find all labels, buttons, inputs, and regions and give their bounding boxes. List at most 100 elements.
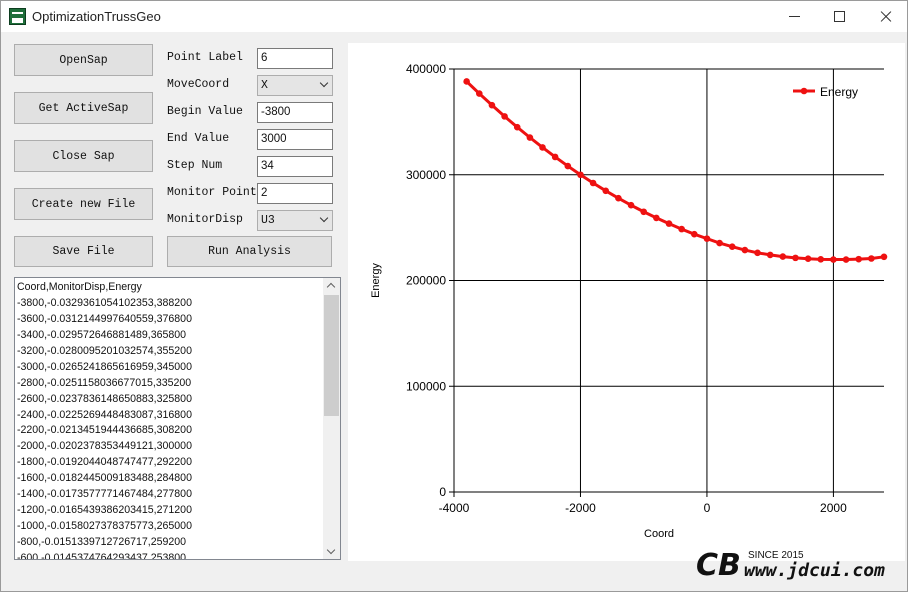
- energy-data-point: [792, 254, 799, 262]
- output-textbox[interactable]: Coord,MonitorDisp,Energy -3800,-0.0329361…: [14, 277, 341, 560]
- output-line: -3400,-0.029572646881489,365800: [17, 328, 187, 341]
- x-tick-label: -2000: [565, 501, 596, 515]
- open-sap-button[interactable]: OpenSap: [14, 44, 153, 76]
- move-coord-select[interactable]: X: [257, 75, 333, 96]
- watermark-url: www.jdcui.com: [744, 560, 885, 581]
- maximize-icon: [834, 11, 845, 22]
- minimize-icon: [789, 16, 800, 17]
- monitor-disp-select[interactable]: U3: [257, 210, 333, 231]
- energy-chart: -4000 -2000 0 2000 0 100000 200000 300000 400000…: [370, 62, 888, 540]
- output-header-line: Coord,MonitorDisp,Energy: [17, 281, 142, 293]
- output-line: -1000,-0.0158027378375773,265000: [17, 520, 192, 533]
- output-line: -600,-0.0145374764293437,253800: [17, 551, 187, 559]
- energy-data-point: [564, 162, 572, 170]
- close-sap-button[interactable]: Close Sap: [14, 140, 153, 172]
- output-lines: Coord,MonitorDisp,Energy -3800,-0.0329361…: [17, 280, 323, 559]
- x-tick-label: 0: [704, 501, 711, 515]
- point-label-label: Point Label: [167, 51, 243, 64]
- point-label-input[interactable]: 6: [257, 48, 333, 69]
- chevron-down-icon: [319, 213, 329, 223]
- y-tick-label: 300000: [406, 168, 446, 182]
- x-tick-label: -4000: [439, 501, 470, 515]
- energy-data-point: [602, 187, 610, 195]
- output-line: -1800,-0.0192044048747477,292200: [17, 456, 192, 469]
- energy-data-point: [868, 255, 875, 262]
- energy-data-point: [741, 246, 749, 254]
- watermark: CB SINCE 2015 www.jdcui.com: [696, 546, 908, 590]
- x-tick-label: 2000: [820, 501, 847, 515]
- energy-data-point: [513, 123, 521, 131]
- end-value-input[interactable]: 3000: [257, 129, 333, 150]
- close-button[interactable]: [863, 1, 908, 32]
- energy-data-point: [577, 171, 584, 179]
- output-line: -3600,-0.0312144997640559,376800: [17, 312, 192, 325]
- energy-data-point: [855, 255, 863, 263]
- energy-data-point: [526, 134, 534, 141]
- move-coord-label: MoveCoord: [167, 78, 230, 91]
- energy-data-point: [766, 251, 774, 259]
- scroll-down-icon[interactable]: [326, 545, 336, 555]
- get-active-sap-button[interactable]: Get ActiveSap: [14, 92, 153, 124]
- window-title: OptimizationTrussGeo: [32, 9, 161, 24]
- scroll-up-icon[interactable]: [326, 282, 336, 292]
- energy-data-point: [779, 253, 787, 260]
- title-bar: OptimizationTrussGeo: [1, 1, 907, 32]
- output-line: -3800,-0.0329361054102353,388200: [17, 296, 192, 309]
- energy-data-point: [665, 220, 673, 227]
- end-value-label: End Value: [167, 132, 230, 145]
- chart-panel: -4000 -2000 0 2000 0 100000 200000 300000 400000…: [348, 43, 905, 561]
- energy-data-point: [690, 230, 698, 238]
- step-num-label: Step Num: [167, 159, 223, 172]
- energy-data-point: [842, 256, 850, 263]
- output-line: -1200,-0.0165439386203415,271200: [17, 504, 192, 517]
- maximize-button[interactable]: [817, 1, 863, 32]
- x-axis-label: Coord: [644, 528, 674, 540]
- y-tick-label: 0: [439, 485, 446, 499]
- y-axis-label: Energy: [370, 263, 382, 298]
- save-file-button[interactable]: Save File: [14, 236, 153, 267]
- energy-data-point: [627, 201, 635, 209]
- energy-data-point: [501, 113, 508, 120]
- energy-data-point: [728, 243, 736, 250]
- energy-data-point: [703, 235, 711, 242]
- monitor-point-input[interactable]: 2: [257, 183, 333, 204]
- output-line: -1400,-0.0173577771467484,277800: [17, 488, 192, 501]
- create-new-file-button[interactable]: Create new File: [14, 188, 153, 220]
- watermark-logo: CB: [696, 548, 741, 583]
- vertical-scrollbar[interactable]: [323, 278, 340, 559]
- energy-data-point: [653, 214, 660, 222]
- move-coord-value: X: [261, 79, 268, 92]
- chevron-down-icon: [319, 78, 329, 88]
- output-line: -3200,-0.0280095201032574,355200: [17, 344, 192, 357]
- monitor-disp-label: MonitorDisp: [167, 213, 243, 226]
- y-tick-label: 200000: [406, 274, 446, 288]
- energy-data-point: [830, 256, 837, 263]
- energy-data-point: [488, 101, 496, 109]
- energy-data-point: [551, 153, 559, 161]
- energy-data-point: [804, 255, 812, 263]
- output-line: -2600,-0.0237836148650883,325800: [17, 392, 192, 405]
- begin-value-input[interactable]: -3800: [257, 102, 333, 123]
- output-line: -2000,-0.0202378353449121,300000: [17, 440, 192, 453]
- energy-data-point: [640, 208, 648, 216]
- y-tick-label: 400000: [406, 62, 446, 76]
- monitor-disp-value: U3: [261, 214, 275, 227]
- energy-data-point: [716, 239, 723, 247]
- energy-data-point: [475, 90, 483, 97]
- output-line: -800,-0.0151339712726717,259200: [17, 536, 187, 548]
- output-line: -1600,-0.0182445009183488,284800: [17, 472, 192, 485]
- output-line: -2200,-0.0213451944436685,308200: [17, 424, 192, 437]
- legend-marker: [800, 87, 808, 95]
- begin-value-label: Begin Value: [167, 105, 243, 118]
- output-line: -3000,-0.0265241865616959,345000: [17, 360, 192, 373]
- output-line: -2400,-0.0225269448483087,316800: [17, 408, 192, 421]
- step-num-input[interactable]: 34: [257, 156, 333, 177]
- energy-data-point: [615, 194, 622, 202]
- energy-data-point: [463, 78, 470, 85]
- y-tick-label: 100000: [406, 379, 446, 393]
- minimize-button[interactable]: [771, 1, 817, 32]
- run-analysis-button[interactable]: Run Analysis: [167, 236, 332, 267]
- scrollbar-thumb[interactable]: [324, 295, 339, 416]
- energy-data-point: [589, 179, 597, 187]
- monitor-point-label: Monitor Point: [167, 186, 257, 199]
